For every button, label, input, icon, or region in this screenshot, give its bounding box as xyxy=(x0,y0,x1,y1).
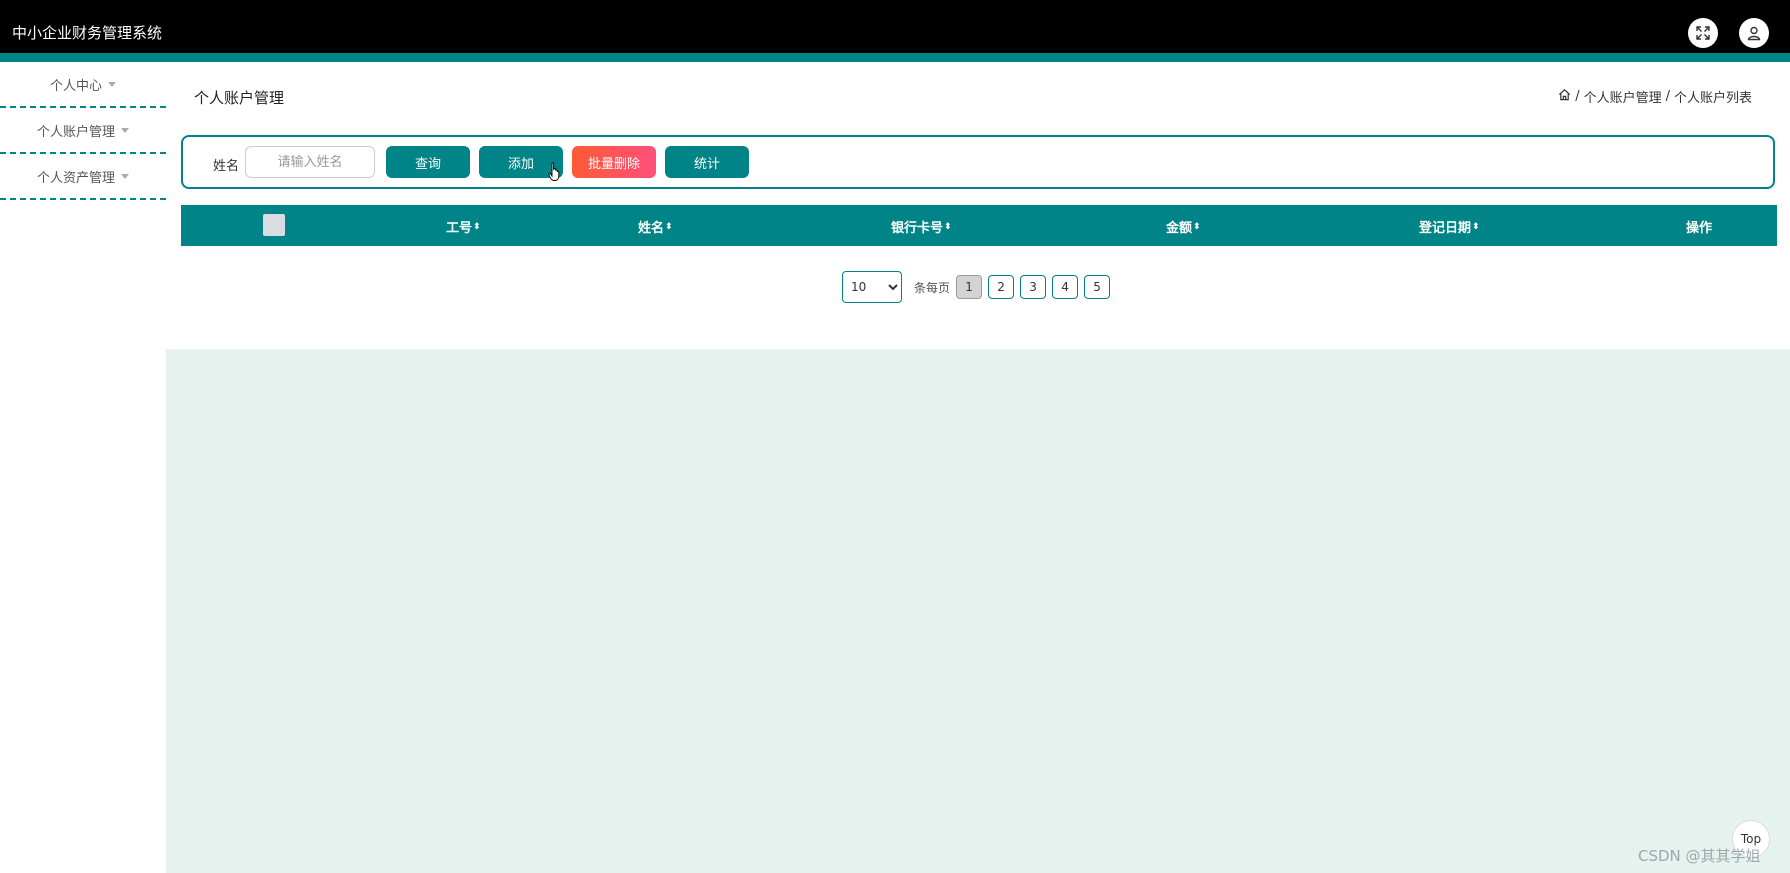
breadcrumb-separator: / xyxy=(1665,89,1670,104)
page-button-1[interactable]: 1 xyxy=(956,275,983,299)
sort-icon: ⬍ xyxy=(944,221,952,232)
sidebar-item-personal-assets[interactable]: 个人资产管理 xyxy=(0,154,166,200)
list-panel: 个人账户管理 / 个人账户管理 / 个人账户列表 姓名 查询 添加 批量删除 统… xyxy=(166,62,1790,349)
breadcrumb: / 个人账户管理 / 个人账户列表 xyxy=(1558,87,1752,106)
caret-down-icon xyxy=(108,81,116,87)
page-button-4[interactable]: 4 xyxy=(1052,275,1079,299)
sort-icon: ⬍ xyxy=(1472,221,1480,232)
user-icon[interactable] xyxy=(1739,18,1769,48)
per-page-label: 条每页 xyxy=(914,280,951,295)
breadcrumb-separator: / xyxy=(1575,89,1580,104)
column-header-register-date[interactable]: 登记日期 ⬍ xyxy=(1419,217,1480,236)
sort-icon: ⬍ xyxy=(1193,221,1201,232)
sort-icon: ⬍ xyxy=(473,221,481,232)
column-header-amount[interactable]: 金额 ⬍ xyxy=(1166,217,1201,236)
sidebar-item-personal-center[interactable]: 个人中心 xyxy=(0,62,166,108)
table-header: 工号 ⬍ 姓名 ⬍ 银行卡号 ⬍ 金额 ⬍ 登记日期 ⬍ 操作 xyxy=(181,205,1777,246)
sidebar-item-label: 个人中心 xyxy=(49,78,102,94)
column-header-name[interactable]: 姓名 ⬍ xyxy=(638,217,673,236)
sidebar-item-personal-account[interactable]: 个人账户管理 xyxy=(0,108,166,154)
page-size-select[interactable]: 10 xyxy=(842,271,902,303)
column-header-employee-id[interactable]: 工号 ⬍ xyxy=(446,217,481,236)
column-header-actions: 操作 xyxy=(1686,221,1713,236)
query-button[interactable]: 查询 xyxy=(386,146,470,178)
main-content: 个人账户管理 / 个人账户管理 / 个人账户列表 姓名 查询 添加 批量删除 统… xyxy=(166,62,1790,873)
top-bar-accent-line xyxy=(0,53,1790,62)
column-header-bank-card[interactable]: 银行卡号 ⬍ xyxy=(891,217,952,236)
name-search-input[interactable] xyxy=(245,146,375,178)
sidebar-item-label: 个人资产管理 xyxy=(36,170,115,186)
batch-delete-button[interactable]: 批量删除 xyxy=(572,146,656,178)
sidebar: 个人中心 个人账户管理 个人资产管理 xyxy=(0,62,166,873)
select-all-checkbox[interactable] xyxy=(263,214,285,236)
caret-down-icon xyxy=(121,127,129,133)
home-icon[interactable] xyxy=(1558,88,1571,105)
name-field-label: 姓名 xyxy=(213,159,240,174)
expand-icon[interactable] xyxy=(1688,18,1718,48)
caret-down-icon xyxy=(121,173,129,179)
pagination: 10 条每页 1 2 3 4 5 xyxy=(842,271,1116,303)
page-button-3[interactable]: 3 xyxy=(1020,275,1047,299)
app-title: 中小企业财务管理系统 xyxy=(12,24,163,42)
page-title: 个人账户管理 xyxy=(194,89,285,107)
search-bar: 姓名 查询 添加 批量删除 统计 xyxy=(181,135,1775,189)
page-button-2[interactable]: 2 xyxy=(988,275,1015,299)
page-button-5[interactable]: 5 xyxy=(1084,275,1111,299)
hand-cursor-icon xyxy=(548,162,562,186)
watermark: CSDN @其其学姐 xyxy=(1638,847,1761,865)
statistics-button[interactable]: 统计 xyxy=(665,146,749,178)
sort-icon: ⬍ xyxy=(665,221,673,232)
sidebar-item-label: 个人账户管理 xyxy=(36,124,115,140)
breadcrumb-item-account-list: 个人账户列表 xyxy=(1673,91,1752,106)
breadcrumb-item-account-management[interactable]: 个人账户管理 xyxy=(1584,87,1662,106)
top-bar: 中小企业财务管理系统 xyxy=(0,0,1790,62)
